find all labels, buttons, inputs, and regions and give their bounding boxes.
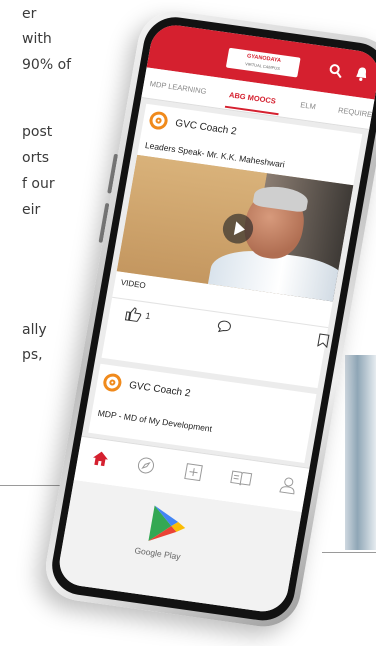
home-icon[interactable] [90, 450, 110, 473]
compass-icon[interactable] [135, 456, 156, 480]
article-line: f our [22, 176, 55, 192]
phone-frame: GYANODAYA VIRTUAL CAMPUS MDP LEARNING AB… [40, 6, 376, 632]
post-actions: 1 [106, 296, 330, 358]
author-avatar [148, 110, 170, 131]
article-line: er [22, 6, 37, 22]
phone-mockup: GYANODAYA VIRTUAL CAMPUS MDP LEARNING AB… [18, 4, 376, 646]
bell-icon[interactable] [353, 66, 370, 86]
bookmark-icon[interactable] [316, 333, 330, 351]
google-play-icon[interactable] [146, 503, 191, 548]
article-line: ps, [22, 347, 43, 363]
post-author[interactable]: GVC Coach 2 [128, 380, 191, 399]
user-icon[interactable] [278, 476, 298, 500]
active-tab-indicator [224, 105, 279, 116]
app-screen: GYANODAYA VIRTUAL CAMPUS MDP LEARNING AB… [55, 22, 376, 615]
post-menu-icon[interactable]: ⋮ [359, 160, 376, 179]
tab-abg-moocs[interactable]: ABG MOOCS [228, 90, 276, 105]
plus-square-icon[interactable] [183, 463, 204, 487]
tab-elm[interactable]: ELM [300, 100, 317, 111]
tab-mdp-learning[interactable]: MDP LEARNING [149, 79, 207, 96]
article-line: 90% of [22, 57, 72, 73]
search-icon[interactable] [327, 63, 344, 82]
post-menu-icon[interactable]: ⋮ [312, 426, 329, 445]
article-line: with [22, 31, 52, 47]
comment-icon[interactable] [215, 319, 233, 338]
post-title: MDP - MD of My Development [97, 407, 213, 434]
article-line: orts [22, 150, 50, 166]
book-icon[interactable] [229, 469, 253, 493]
like-count: 1 [144, 310, 152, 322]
app-logo: GYANODAYA VIRTUAL CAMPUS [225, 47, 301, 78]
post-card: GVC Coach 2 ⋮ Leaders Speak- Mr. K.K. Ma… [101, 103, 376, 389]
google-play-label[interactable]: Google Play [134, 545, 182, 561]
video-thumbnail[interactable] [116, 154, 354, 302]
like-icon[interactable] [124, 306, 143, 326]
post-author[interactable]: GVC Coach 2 [174, 118, 237, 137]
phone-bezel: GYANODAYA VIRTUAL CAMPUS MDP LEARNING AB… [47, 13, 376, 625]
media-type-label: VIDEO [120, 277, 147, 291]
article-line: eir [22, 202, 41, 218]
article-line: post [22, 124, 53, 140]
author-avatar [101, 372, 123, 393]
article-line: ally [22, 322, 47, 338]
tab-required[interactable]: REQUIRED [337, 106, 376, 120]
